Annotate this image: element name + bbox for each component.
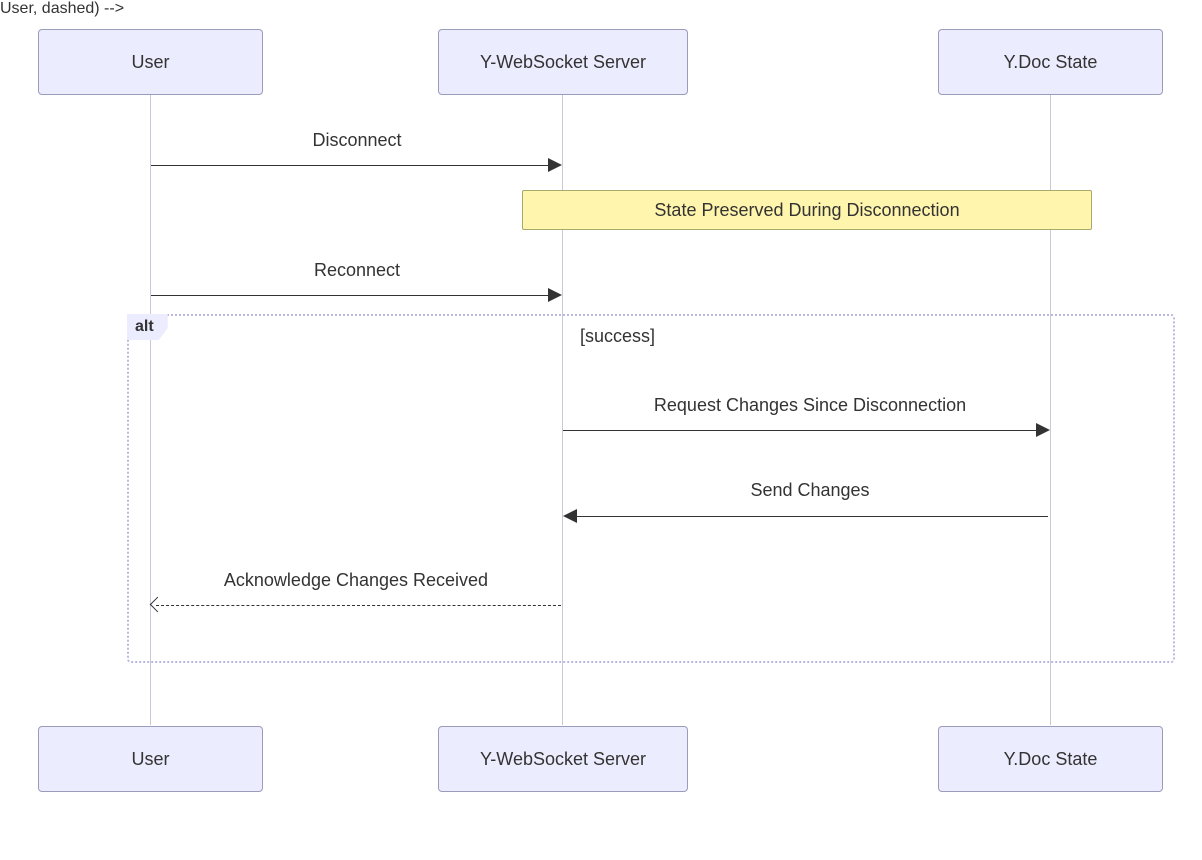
actor-server-top: Y-WebSocket Server [438,29,688,95]
msg-ack-label: Acknowledge Changes Received [170,570,542,591]
actor-label: Y.Doc State [1004,52,1098,73]
actor-ydoc-bottom: Y.Doc State [938,726,1163,792]
msg-send-changes-label: Send Changes [710,480,910,501]
msg-request-changes-arrow [563,430,1036,431]
actor-user-top: User [38,29,263,95]
actor-label: User [131,749,169,770]
msg-reconnect-label: Reconnect [262,260,452,281]
actor-server-bottom: Y-WebSocket Server [438,726,688,792]
note-state-preserved: State Preserved During Disconnection [522,190,1092,230]
sequence-diagram: User Y-WebSocket Server Y.Doc State User… [0,0,1202,860]
actor-user-bottom: User [38,726,263,792]
note-label: State Preserved During Disconnection [654,200,959,221]
alt-condition: [success] [580,326,655,347]
arrowhead-icon [548,158,562,172]
actor-label: Y-WebSocket Server [480,749,646,770]
actor-label: Y.Doc State [1004,749,1098,770]
actor-label: Y-WebSocket Server [480,52,646,73]
msg-request-changes-label: Request Changes Since Disconnection [600,395,1020,416]
msg-disconnect-arrow [151,165,548,166]
alt-fragment [127,314,1175,663]
actor-label: User [131,52,169,73]
msg-reconnect-arrow [151,295,548,296]
actor-ydoc-top: Y.Doc State [938,29,1163,95]
msg-disconnect-label: Disconnect [262,130,452,151]
arrowhead-icon [1036,423,1050,437]
arrowhead-icon [548,288,562,302]
msg-ack-arrow [156,605,561,606]
alt-label: alt [127,314,168,340]
msg-send-changes-arrow [576,516,1048,517]
arrowhead-icon [563,509,577,523]
